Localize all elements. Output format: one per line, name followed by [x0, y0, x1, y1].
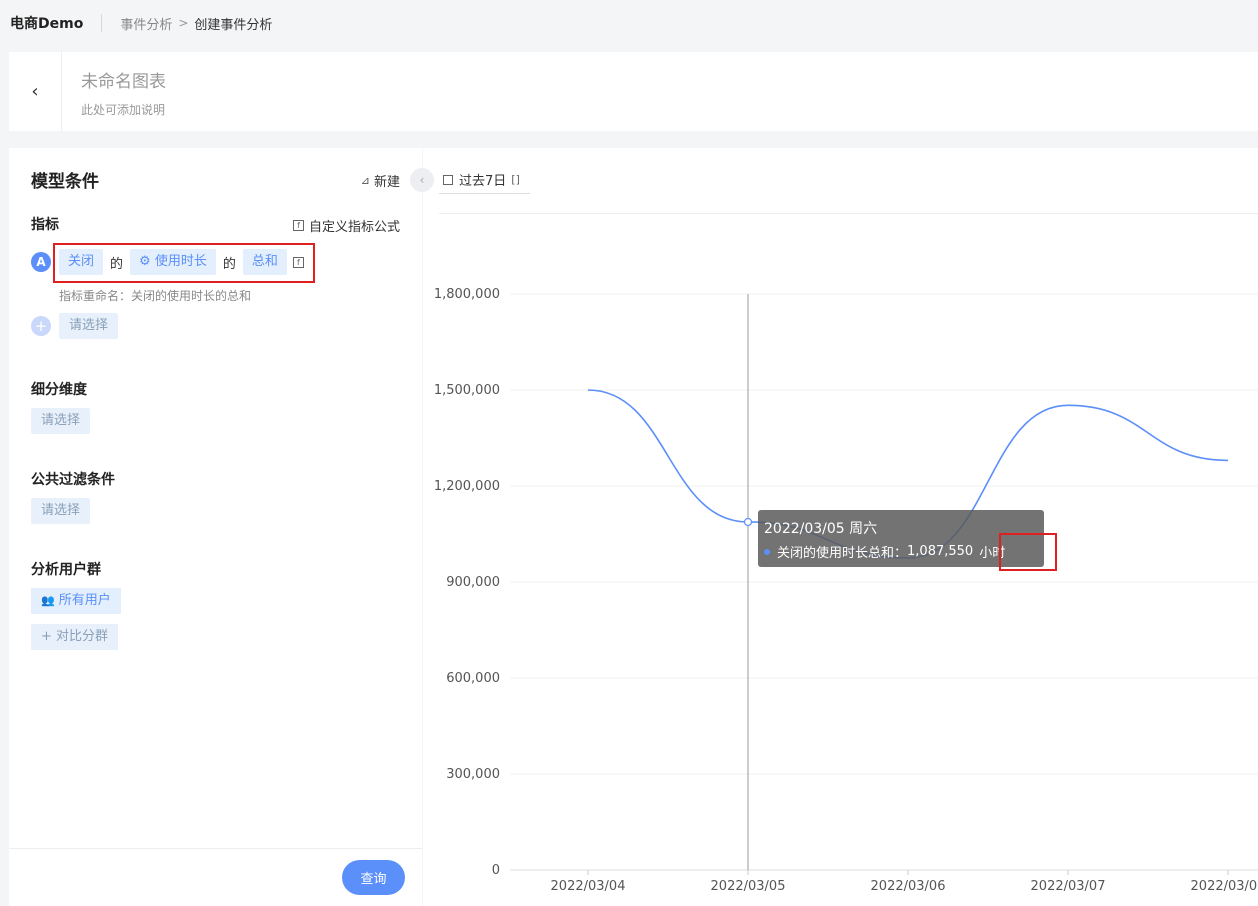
new-button[interactable]: ⊿ 新建	[361, 171, 400, 190]
custom-formula-label: 自定义指标公式	[308, 220, 400, 235]
x-tick-label: 2022/03/06	[871, 879, 946, 894]
metric-badge: A	[31, 252, 51, 272]
divider	[9, 848, 422, 849]
model-conditions-panel: 模型条件 ⊿ 新建 指标 f 自定义指标公式 A 关闭 的 ⚙ 使用时长 的 总…	[9, 148, 422, 906]
plus-icon: +	[41, 629, 57, 644]
chart-header: ‹ 未命名图表 此处可添加说明	[9, 52, 1258, 131]
y-tick-label: 300,000	[446, 767, 500, 782]
metrics-title: 指标	[31, 217, 59, 233]
all-users-label: 所有用户	[58, 593, 111, 608]
series-dot	[764, 548, 770, 555]
breadcrumb-parent[interactable]: 事件分析	[120, 14, 172, 33]
highlight-box	[53, 243, 315, 283]
x-tick-label: 2022/03/07	[1031, 879, 1106, 894]
y-tick-label: 900,000	[446, 575, 500, 590]
custom-formula-button[interactable]: f 自定义指标公式	[292, 216, 400, 235]
collapse-panel-button[interactable]: ‹	[410, 168, 434, 192]
tooltip-row: 关闭的使用时长总和： 1,087,550 小时	[764, 542, 1038, 561]
calendar-icon	[443, 174, 453, 185]
filter-select[interactable]: 请选择	[31, 498, 91, 524]
highlight-box	[999, 533, 1057, 571]
chart-description-input[interactable]: 此处可添加说明	[81, 101, 165, 118]
divider	[101, 14, 103, 32]
breakdown-title: 细分维度	[31, 382, 87, 398]
project-name[interactable]: 电商Demo	[10, 13, 83, 33]
x-tick-label: 2022/03/08	[1191, 879, 1258, 894]
filter-title: 公共过滤条件	[31, 472, 115, 488]
chevron-left-icon: ‹	[31, 81, 39, 102]
top-bar: 电商Demo 事件分析 > 创建事件分析	[0, 0, 1258, 46]
y-tick-label: 1,200,000	[434, 479, 500, 494]
date-range-dropdown-icon: []	[511, 173, 520, 186]
x-axis: 2022/03/04 2022/03/05 2022/03/06 2022/03/07…	[551, 870, 1258, 894]
tooltip-label: 关闭的使用时长总和：	[777, 546, 908, 561]
plus-icon[interactable]: +	[31, 316, 51, 336]
hover-point	[743, 517, 753, 527]
breadcrumb-current: 创建事件分析	[194, 17, 273, 33]
panel-title: 模型条件	[31, 172, 99, 192]
compare-group-button[interactable]: + 对比分群	[31, 624, 119, 650]
add-metric-select[interactable]: 请选择	[59, 313, 119, 339]
y-tick-label: 0	[492, 863, 500, 878]
chart-name-input[interactable]: 未命名图表	[81, 67, 166, 92]
date-range-label: 过去7日	[459, 174, 507, 189]
users-icon: 👥	[41, 594, 55, 607]
formula-icon: f	[292, 220, 304, 231]
new-button-label: 新建	[373, 175, 400, 190]
chevron-right-icon: >	[178, 16, 189, 30]
y-tick-label: 1,800,000	[434, 287, 500, 302]
query-button[interactable]: 查询	[342, 860, 405, 895]
metric-rename[interactable]: 指标重命名：关闭的使用时长的总和	[59, 287, 251, 304]
usergroup-title: 分析用户群	[31, 562, 101, 578]
y-axis: 1,800,000 1,500,000 1,200,000 900,000 600,00…	[434, 287, 500, 878]
chart-new-icon: ⊿	[360, 174, 370, 187]
y-tick-label: 1,500,000	[434, 383, 500, 398]
x-tick-label: 2022/03/05	[711, 879, 786, 894]
y-tick-label: 600,000	[446, 671, 500, 686]
all-users-chip[interactable]: 👥 所有用户	[31, 588, 121, 614]
tooltip-value: 1,087,550	[907, 544, 974, 559]
breakdown-select[interactable]: 请选择	[31, 408, 91, 434]
compare-group-label: 对比分群	[56, 629, 109, 644]
back-button[interactable]: ‹	[9, 52, 62, 131]
grid	[510, 293, 1258, 871]
add-metric-row: + 请选择	[31, 313, 119, 339]
tooltip-date: 2022/03/05 周六	[764, 521, 878, 537]
date-range-picker[interactable]: 过去7日 []	[439, 166, 530, 194]
chevron-left-icon: ‹	[419, 173, 425, 187]
x-tick-label: 2022/03/04	[551, 879, 626, 894]
